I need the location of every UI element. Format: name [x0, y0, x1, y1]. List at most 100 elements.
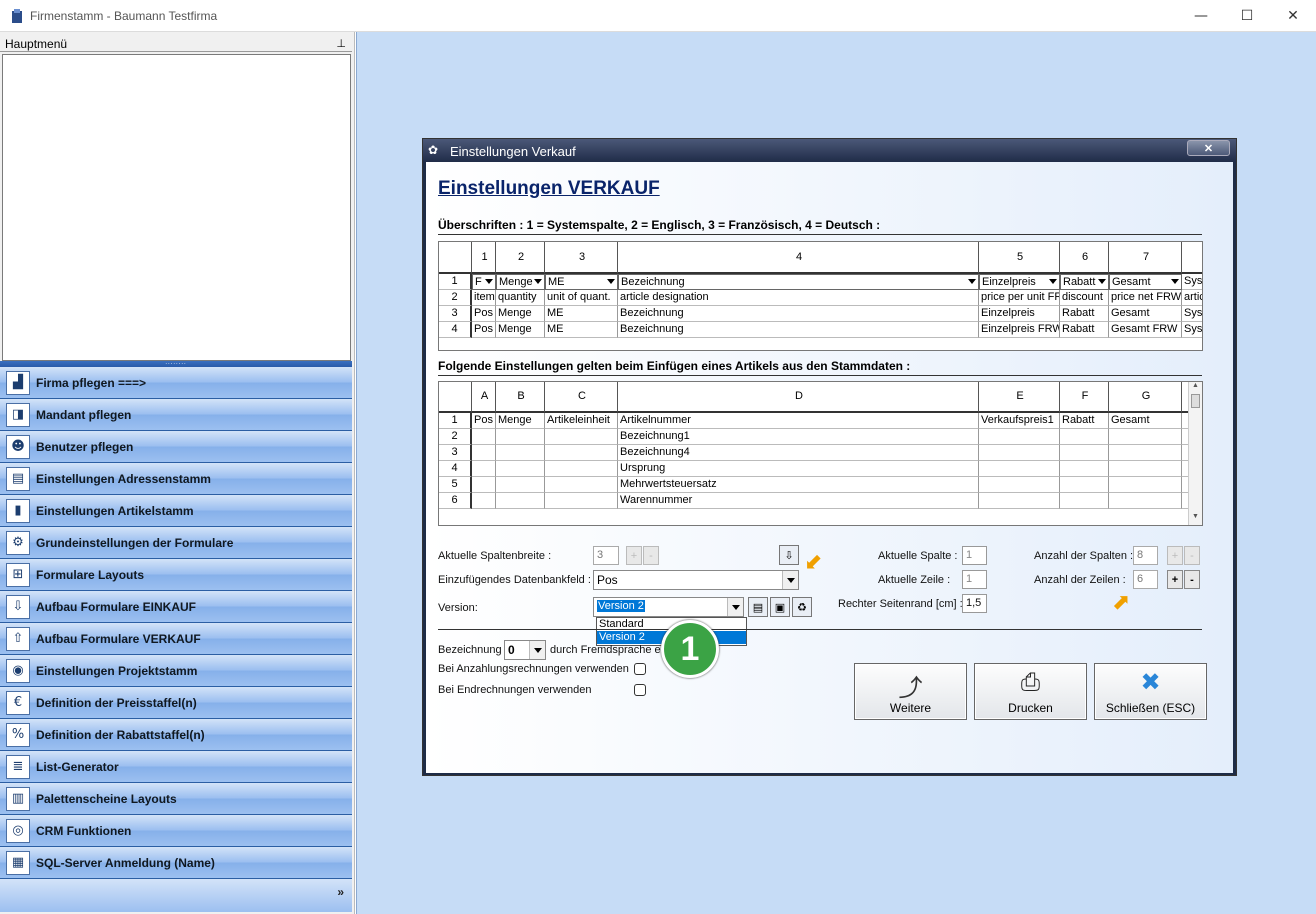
grid-cell[interactable]: Rabatt [1060, 274, 1109, 290]
grid-cell[interactable]: Bezeichnung [618, 306, 979, 322]
chevron-down-icon[interactable] [782, 571, 798, 589]
grid-cell[interactable]: Gesamt [1109, 274, 1182, 290]
grid-column-header[interactable] [439, 242, 472, 274]
grid-cell[interactable] [496, 429, 545, 445]
nav-item[interactable]: ▥ Palettenscheine Layouts [0, 783, 352, 815]
grid-cell[interactable]: Sys [1182, 306, 1202, 322]
grid-cell[interactable] [1109, 429, 1182, 445]
grid-cell[interactable] [496, 461, 545, 477]
chevron-down-icon[interactable] [534, 279, 542, 284]
row-count-field[interactable]: 6 [1133, 570, 1158, 589]
grid-cell[interactable]: Sys [1182, 274, 1202, 290]
chevron-down-icon[interactable] [1171, 279, 1179, 284]
current-column-field[interactable]: 1 [962, 546, 987, 565]
nav-item[interactable]: ▤ Einstellungen Adressenstamm [0, 463, 352, 495]
grid-cell[interactable]: Menge [496, 413, 545, 429]
grid-cell[interactable] [979, 493, 1060, 509]
grid-cell[interactable]: Pos [472, 322, 496, 338]
column-count-minus-button[interactable]: - [1184, 546, 1200, 565]
grid-row-number[interactable]: 1 [439, 274, 472, 290]
save-icon[interactable]: ▣ [770, 597, 790, 617]
pin-icon[interactable]: ⊥ [336, 37, 346, 50]
new-document-icon[interactable]: ▤ [748, 597, 768, 617]
column-width-field[interactable]: 3 [593, 546, 619, 565]
grid-cell[interactable]: Bezeichnung [618, 322, 979, 338]
column-count-field[interactable]: 8 [1133, 546, 1158, 565]
grid-column-header[interactable]: F [1060, 382, 1109, 413]
grid-cell[interactable] [496, 493, 545, 509]
nav-item[interactable]: ⚙ Grundeinstellungen der Formulare [0, 527, 352, 559]
grid-cell[interactable] [1060, 445, 1109, 461]
nav-item[interactable]: ▟ Firma pflegen ===> [0, 367, 352, 399]
grid-column-header[interactable]: 3 [545, 242, 618, 274]
headers-grid[interactable]: 1 2 3 4 5 6 7 1 F Menge ME Bezeichnung Einzelpreis Ra… [438, 241, 1203, 351]
version-select[interactable]: Version 2 [593, 597, 744, 617]
chevron-down-icon[interactable] [607, 279, 615, 284]
grid-cell[interactable]: Einzelpreis [979, 274, 1060, 290]
grid-cell[interactable]: Gesamt FRW [1109, 322, 1182, 338]
database-field-select[interactable]: Pos [593, 570, 799, 590]
nav-item[interactable]: € Definition der Preisstaffel(n) [0, 687, 352, 719]
grid-cell[interactable]: Ursprung [618, 461, 979, 477]
grid-cell[interactable]: artic [1182, 290, 1202, 306]
grid-cell[interactable]: Gesamt [1109, 306, 1182, 322]
final-invoice-checkbox[interactable] [634, 684, 646, 696]
grid-cell[interactable]: F [472, 274, 496, 290]
grid-cell[interactable] [545, 461, 618, 477]
grid-cell[interactable]: Bezeichnung [618, 274, 979, 290]
grid-column-header[interactable] [439, 382, 472, 413]
nav-item[interactable]: ◎ CRM Funktionen [0, 815, 352, 847]
current-row-field[interactable]: 1 [962, 570, 987, 589]
designation-select[interactable]: 0 [504, 640, 546, 660]
row-count-plus-button[interactable]: + [1167, 570, 1183, 589]
grid-cell[interactable] [1060, 477, 1109, 493]
grid-cell[interactable]: Menge [496, 306, 545, 322]
grid-row-number[interactable]: 3 [439, 445, 472, 461]
grid-column-header[interactable]: G [1109, 382, 1182, 413]
grid-cell[interactable]: discount [1060, 290, 1109, 306]
grid-cell[interactable] [545, 429, 618, 445]
grid-cell[interactable] [496, 445, 545, 461]
delete-icon[interactable]: ♻ [792, 597, 812, 617]
grid-cell[interactable]: price net FRW [1109, 290, 1182, 306]
scroll-thumb[interactable] [1191, 394, 1200, 408]
more-button[interactable]: ⤴ Weitere [854, 663, 967, 720]
grid-column-header[interactable]: B [496, 382, 545, 413]
grid-cell[interactable]: Einzelpreis FRW [979, 322, 1060, 338]
grid-cell[interactable]: Rabatt [1060, 413, 1109, 429]
dialog-close-button[interactable]: ✕ [1187, 140, 1230, 156]
grid-row-number[interactable]: 2 [439, 290, 472, 306]
grid-cell[interactable]: Sys [1182, 322, 1202, 338]
grid-scrollbar[interactable]: ▲ ▼ [1188, 382, 1202, 525]
grid-cell[interactable]: Bezeichnung1 [618, 429, 979, 445]
grid-cell[interactable] [1060, 429, 1109, 445]
nav-item[interactable]: ◨ Mandant pflegen [0, 399, 352, 431]
nav-item[interactable]: ⊞ Formulare Layouts [0, 559, 352, 591]
grid-cell[interactable] [472, 477, 496, 493]
grid-row-number[interactable]: 4 [439, 322, 472, 338]
grid-cell[interactable]: Verkaufspreis1 [979, 413, 1060, 429]
grid-row-number[interactable]: 1 [439, 413, 472, 429]
grid-cell[interactable]: item [472, 290, 496, 306]
minimize-button[interactable]: — [1178, 0, 1224, 32]
insert-fields-grid[interactable]: A B C D E F G 1 Pos Menge Artikeleinheit Artikelnum… [438, 381, 1203, 526]
right-margin-field[interactable]: 1,5 [962, 594, 987, 613]
main-menu-tree-area[interactable] [2, 54, 351, 361]
grid-cell[interactable]: Pos [472, 306, 496, 322]
grid-cell[interactable] [1109, 461, 1182, 477]
nav-item[interactable]: ⇩ Aufbau Formulare EINKAUF [0, 591, 352, 623]
grid-row-number[interactable]: 3 [439, 306, 472, 322]
insert-field-icon[interactable]: ⇩ [779, 545, 799, 565]
grid-column-header[interactable]: 5 [979, 242, 1060, 274]
scroll-down-icon[interactable]: ▼ [1189, 513, 1202, 525]
grid-cell[interactable] [1109, 493, 1182, 509]
grid-cell[interactable]: Rabatt [1060, 306, 1109, 322]
grid-cell[interactable] [979, 445, 1060, 461]
grid-column-header[interactable]: C [545, 382, 618, 413]
grid-cell[interactable]: price per unit FR [979, 290, 1060, 306]
grid-cell[interactable]: quantity [496, 290, 545, 306]
chevron-down-icon[interactable] [1098, 279, 1106, 284]
grid-cell[interactable] [496, 477, 545, 493]
row-count-minus-button[interactable]: - [1184, 570, 1200, 589]
grid-column-header[interactable]: 6 [1060, 242, 1109, 274]
